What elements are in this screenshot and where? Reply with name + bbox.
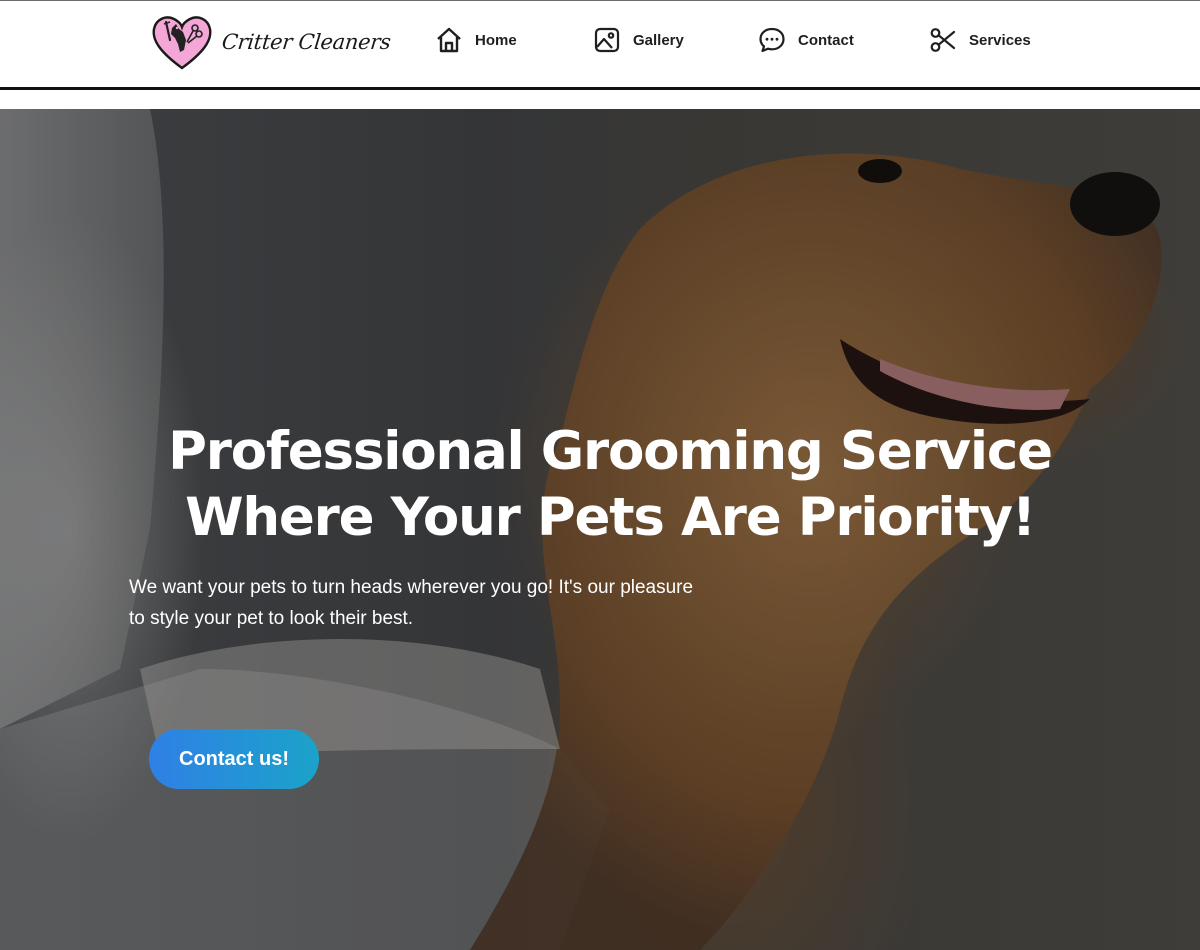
hero-title-line-2: Where Your Pets Are Priority!	[185, 487, 1036, 548]
hero-section: Professional Grooming Service Where Your…	[0, 109, 1200, 950]
hero-subtitle-line-2: to style your pet to look their best.	[129, 608, 414, 629]
chat-bubble-icon	[759, 27, 785, 53]
home-icon	[437, 27, 461, 53]
hero-subtitle: We want your pets to turn heads wherever…	[129, 572, 729, 634]
nav-home-label: Home	[475, 31, 517, 49]
scissors-icon	[930, 28, 956, 52]
hero-title-line-1: Professional Grooming Service	[168, 421, 1053, 482]
hero-title: Professional Grooming Service Where Your…	[110, 419, 1110, 551]
contact-us-button[interactable]: Contact us!	[149, 729, 319, 789]
brand-logo[interactable]: Critter Cleaners	[150, 12, 392, 72]
nav-gallery-label: Gallery	[633, 31, 684, 49]
heart-dog-scissors-icon	[152, 16, 212, 70]
nav-contact-label: Contact	[798, 31, 854, 49]
nav-services-link[interactable]: Services	[929, 23, 1031, 57]
brand-name: Critter Cleaners	[220, 30, 392, 54]
nav-gallery-link[interactable]: Gallery	[593, 23, 684, 57]
nav-home-link[interactable]: Home	[435, 23, 517, 57]
nav-contact-link[interactable]: Contact	[758, 23, 854, 57]
image-icon	[594, 27, 620, 53]
header-spacer	[0, 90, 1200, 109]
nav-services-label: Services	[969, 31, 1031, 49]
hero-subtitle-line-1: We want your pets to turn heads wherever…	[129, 577, 694, 598]
site-header: Critter Cleaners Home Gallery Contact Se…	[0, 1, 1200, 87]
